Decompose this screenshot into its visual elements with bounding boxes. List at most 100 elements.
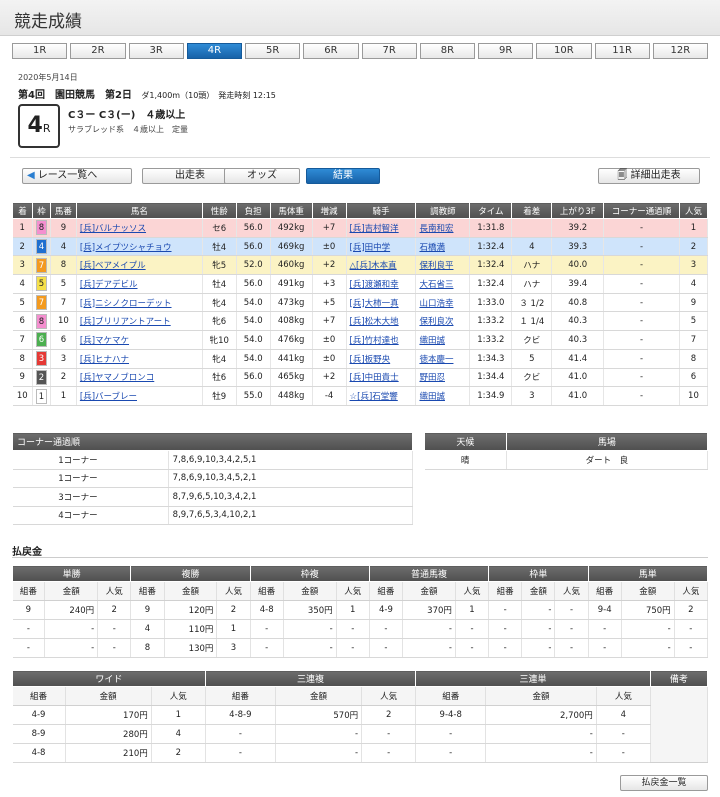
race-tab[interactable]: 12R — [652, 43, 708, 59]
payout-cell: - — [402, 638, 456, 658]
cell-body: 441kg — [270, 349, 313, 369]
trainer-link[interactable]: 織田誠 — [419, 392, 445, 402]
jockey-link[interactable]: ☆[兵]石堂響 — [350, 392, 398, 402]
race-tab[interactable]: 5R — [245, 43, 301, 59]
result-row: 5 7 7 [兵]ニシノクローデット 牝4 54.0 473kg +5 [兵]大柿一真 山口浩幸 1… — [12, 293, 709, 313]
corner-order: 7,8,6,9,10,3,4,2,5,1 — [168, 450, 414, 470]
meeting-name: 第4回 園田競馬 第2日 — [18, 90, 132, 101]
corner-row: 1コーナー 7,8,6,9,10,3,4,2,5,1 — [12, 450, 414, 470]
race-tab[interactable]: 8R — [419, 43, 475, 59]
jockey-link[interactable]: [兵]板野央 — [350, 355, 391, 365]
horse-link[interactable]: [兵]バルナッソス — [80, 224, 146, 234]
payout-cell: - — [283, 638, 337, 658]
cell-trainer: 織田誠 — [415, 386, 471, 406]
trainer-link[interactable]: 保利良次 — [419, 317, 453, 327]
column-header: タイム — [469, 202, 513, 219]
trainer-link[interactable]: 保利良平 — [419, 261, 453, 271]
trainer-link[interactable]: 織田誠 — [419, 336, 445, 346]
payout-subheader: 組番 — [415, 686, 487, 706]
cell-pop: 9 — [679, 293, 709, 313]
payout-group-header: 枠複 — [249, 565, 370, 582]
payout-cell: 4-8-9 — [205, 705, 276, 725]
trainer-link[interactable]: 野田忍 — [419, 373, 445, 383]
trainer-link[interactable]: 長南和宏 — [419, 224, 453, 234]
jockey-link[interactable]: [兵]中田貴士 — [350, 373, 399, 383]
cell-horse: [兵]マケマケ — [76, 330, 203, 350]
cell-trainer: 保利良次 — [415, 311, 471, 332]
meeting-title: 第4回 園田競馬 第2日 ダ1,400m（10頭） 発走時刻 12:15 — [18, 86, 276, 101]
jockey-link[interactable]: [兵]吉村智洋 — [350, 224, 399, 234]
payout-cell: - — [336, 638, 370, 658]
cell-time: 1:34.3 — [469, 349, 513, 369]
cell-jockey: [兵]田中学 — [346, 237, 417, 257]
cell-time: 1:34.4 — [469, 368, 513, 388]
race-tab[interactable]: 11R — [594, 43, 650, 59]
payout-subheader: 組番 — [205, 686, 276, 706]
race-tab[interactable]: 3R — [128, 43, 184, 59]
horse-link[interactable]: [兵]マケマケ — [80, 336, 129, 346]
payout-subheader: 金額 — [485, 686, 597, 706]
jockey-link[interactable]: [兵]松木大地 — [350, 317, 399, 327]
payout-group-header: 複勝 — [130, 565, 251, 582]
column-header: 着差 — [511, 202, 553, 219]
race-tab[interactable]: 4R — [186, 43, 242, 59]
cell-pop: 4 — [679, 274, 709, 294]
trainer-link[interactable]: 徳本慶一 — [419, 355, 453, 365]
race-tab[interactable]: 10R — [536, 43, 592, 59]
horse-link[interactable]: [兵]メイプツシャチョウ — [80, 243, 172, 253]
cell-margin: ３ 1/2 — [511, 293, 553, 313]
corner-label: 1コーナー — [12, 450, 169, 470]
cell-num: 8 — [50, 255, 77, 276]
payout-subheader: 組番 — [12, 686, 66, 706]
race-tab[interactable]: 7R — [361, 43, 417, 59]
race-tab[interactable]: 2R — [70, 43, 126, 59]
cell-corner: - — [603, 255, 680, 276]
horse-link[interactable]: [兵]ニシノクローデット — [80, 299, 172, 309]
race-tab[interactable]: 1R — [12, 43, 68, 59]
cell-f3: 40.3 — [551, 311, 605, 332]
back-to-race-list-button[interactable]: ◀ レース一覧へ — [22, 168, 132, 184]
cell-time: 1:32.4 — [469, 237, 513, 257]
jockey-link[interactable]: [兵]大柿一真 — [350, 299, 399, 309]
cell-corner: - — [603, 293, 680, 313]
results-button[interactable]: 結果 — [306, 168, 380, 184]
race-tab[interactable]: 9R — [478, 43, 534, 59]
cell-horse: [兵]バルナッソス — [76, 218, 203, 238]
horse-link[interactable]: [兵]ヤマノブロンコ — [80, 373, 154, 383]
back-label: レース一覧へ — [37, 170, 98, 181]
column-header: 性齢 — [201, 202, 237, 219]
payout-subheader-row: 組番 金額 人気 組番 金額 人気 組番 金額 人気 組番 金額 人気 組番 金額 人気 組番 金額 人気 — [12, 581, 709, 601]
payout-table-2: ワイド 三連複 三連単 備考 組番 金額 人気 組番 金額 人気 組番 金額 人気 4-9 170円 1 4-… — [12, 670, 709, 763]
waku-badge: 1 — [35, 388, 47, 404]
horse-link[interactable]: [兵]ベアメイプル — [80, 261, 146, 271]
cell-sex-age: 牝4 — [202, 349, 237, 369]
odds-button[interactable]: オッズ — [224, 168, 300, 184]
horse-link[interactable]: [兵]バーブレー — [80, 392, 137, 402]
column-header: 上がり3F — [551, 202, 605, 219]
payout-cell: 8-9 — [12, 724, 66, 744]
horse-link[interactable]: [兵]ブリリアントアート — [80, 317, 171, 327]
cell-f3: 41.0 — [551, 368, 605, 388]
jockey-link[interactable]: △[兵]木本直 — [350, 261, 397, 271]
race-condition: C３ー C３(ー) ４歳以上 — [68, 110, 186, 121]
payout-group-header: 枠単 — [488, 565, 589, 582]
jockey-link[interactable]: [兵]田中学 — [350, 243, 391, 253]
column-header: 調教師 — [415, 202, 471, 219]
detail-entries-button[interactable]: 🗐 詳細出走表 — [598, 168, 700, 184]
trainer-link[interactable]: 大石省三 — [419, 280, 453, 290]
cell-f3: 40.3 — [551, 330, 605, 350]
trainer-link[interactable]: 山口浩幸 — [419, 299, 453, 309]
payout-cell: 8 — [130, 638, 165, 658]
race-tab[interactable]: 6R — [303, 43, 359, 59]
jockey-link[interactable]: [兵]渡瀬和幸 — [350, 280, 399, 290]
cell-pop: 10 — [679, 386, 709, 406]
payout-list-button[interactable]: 払戻金一覧 — [620, 775, 708, 791]
payout-cell: - — [674, 638, 709, 658]
corner-order: 7,8,6,9,10,3,4,5,2,1 — [168, 469, 414, 488]
trainer-link[interactable]: 石橋満 — [419, 243, 445, 253]
payout-cell: - — [554, 600, 589, 620]
horse-link[interactable]: [兵]デアデビル — [80, 280, 138, 290]
jockey-link[interactable]: [兵]竹村達也 — [350, 336, 399, 346]
horse-link[interactable]: [兵]ヒナハナ — [80, 355, 129, 365]
payout-subheader: 組番 — [12, 581, 46, 601]
